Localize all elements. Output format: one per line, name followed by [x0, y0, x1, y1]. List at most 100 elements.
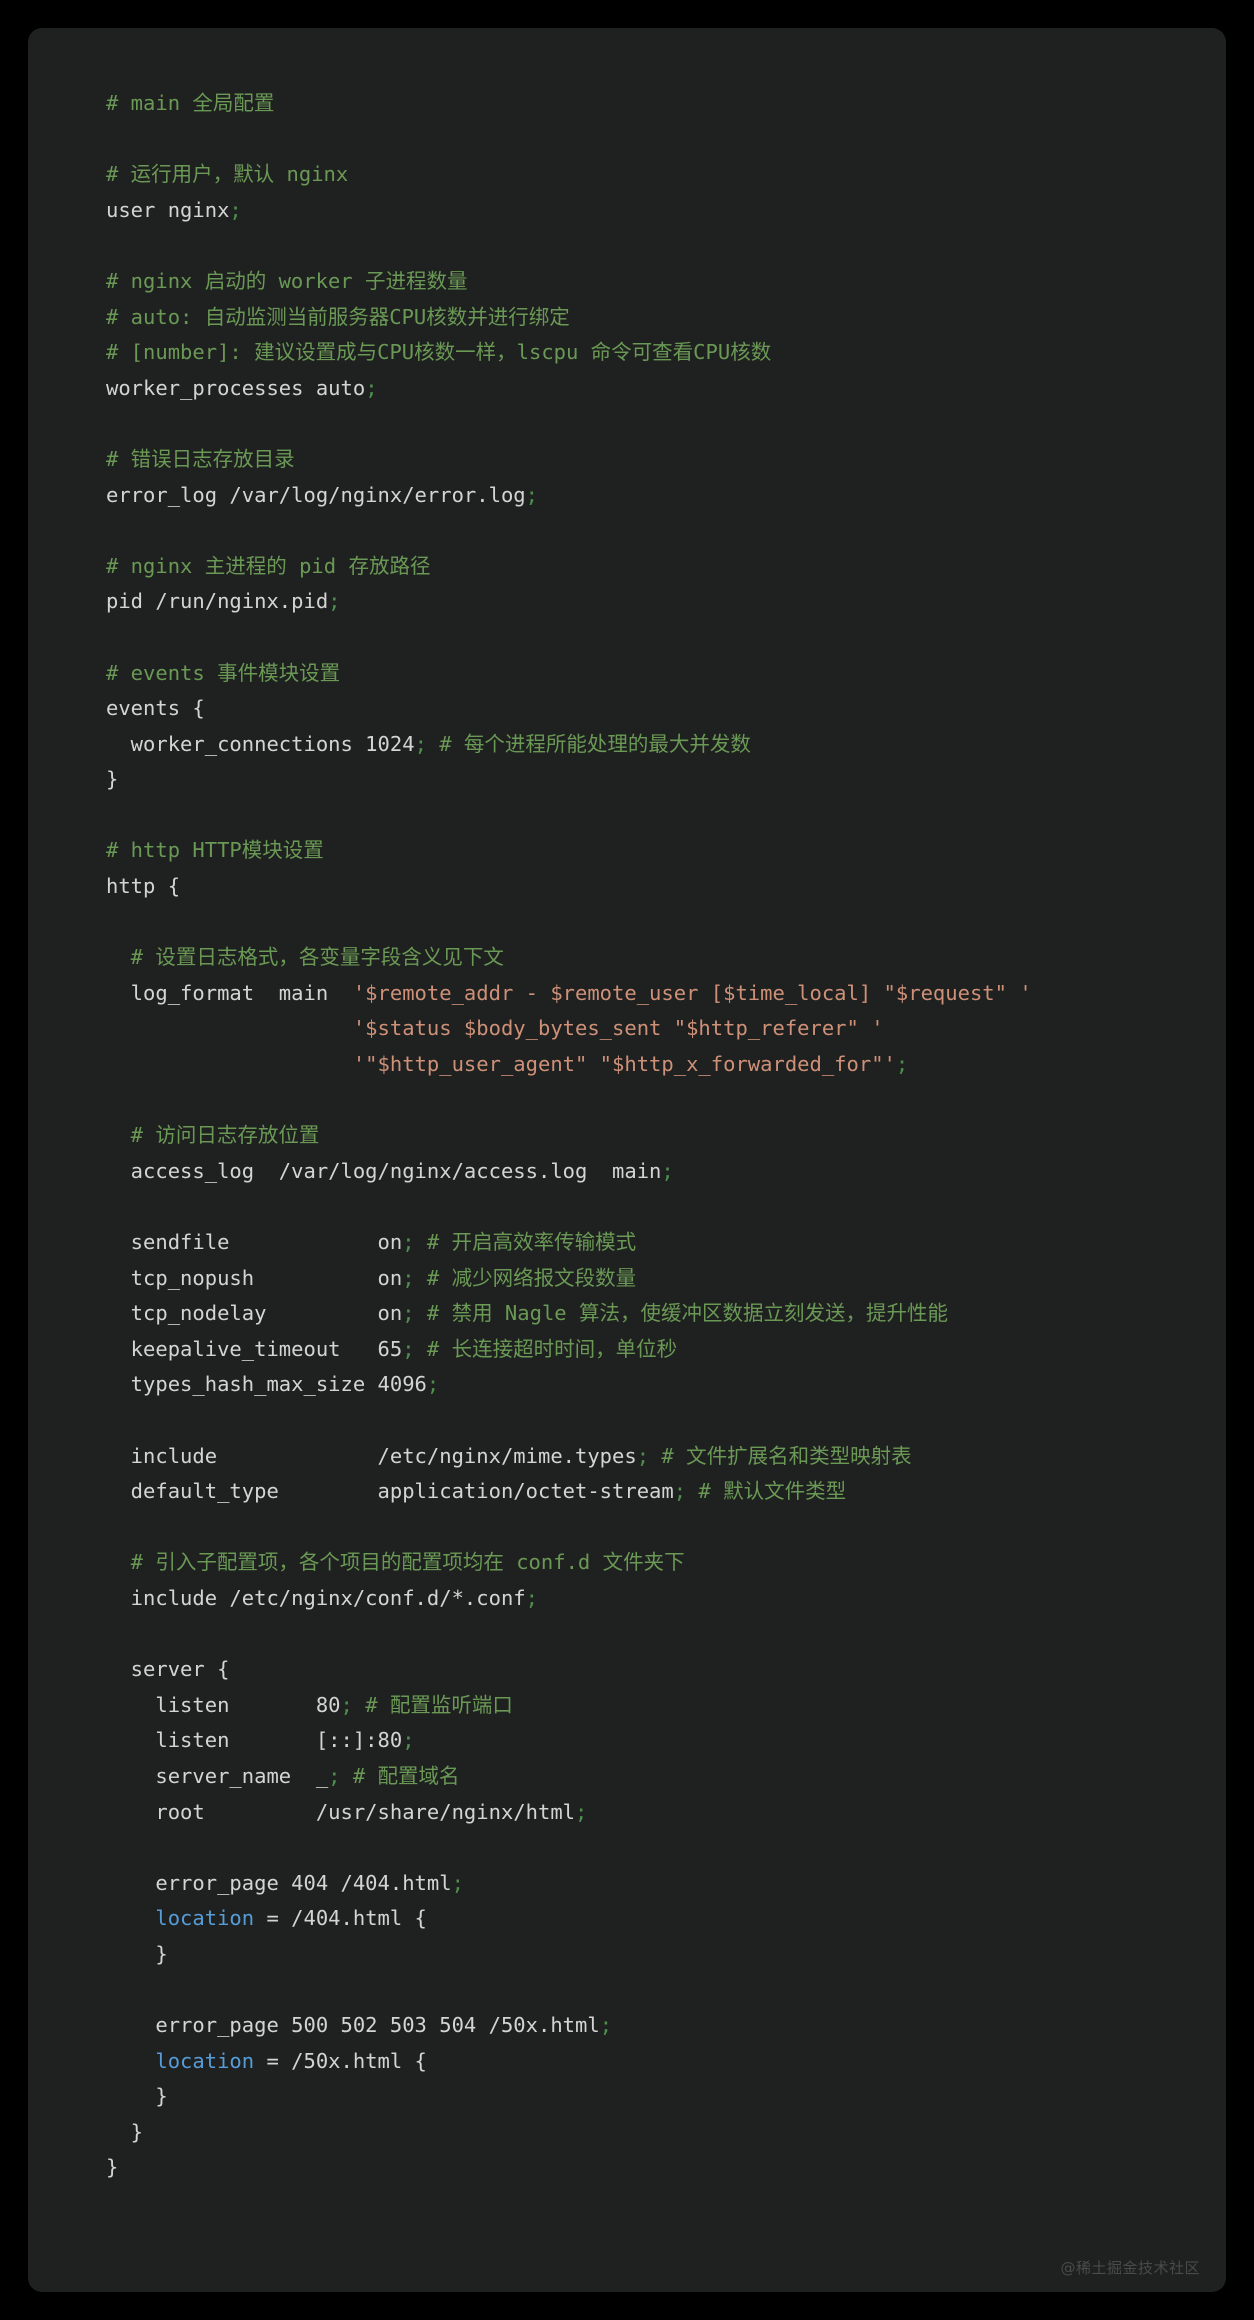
code-line: error_log /var/log/nginx/error.log;: [106, 483, 538, 507]
code-token: # 配置域名: [352, 1763, 460, 1788]
code-token: location: [106, 1906, 255, 1931]
code-token: # 错误日志存放目录: [106, 446, 295, 471]
code-token: '$status $body_bytes_sent "$http_referer…: [352, 1016, 884, 1041]
code-token: ;: [414, 731, 427, 756]
code-line: # auto: 自动监测当前服务器CPU核数并进行绑定: [106, 305, 570, 329]
code-line: # nginx 启动的 worker 子进程数量: [106, 269, 467, 293]
code-line: # events 事件模块设置: [106, 661, 340, 685]
code-token: default_type application/octet-stream: [106, 1479, 674, 1504]
code-line: # 设置日志格式，各变量字段含义见下文: [106, 945, 504, 969]
code-token: ;: [661, 1158, 674, 1183]
code-token: error_page 404 /404.html: [106, 1870, 452, 1895]
code-token: # 开启高效率传输模式: [426, 1230, 637, 1254]
code-line: # 错误日志存放目录: [106, 447, 295, 471]
code-token: access_log /var/log/nginx/access.log mai…: [106, 1158, 662, 1183]
code-line: keepalive_timeout 65; # 长连接超时时间，单位秒: [106, 1337, 677, 1361]
code-token: }: [106, 767, 119, 792]
code-token: ;: [895, 1052, 909, 1077]
code-token: # nginx 启动的 worker 子进程数量: [106, 268, 468, 293]
code-block-card: # main 全局配置 # 运行用户，默认 nginx user nginx; …: [28, 28, 1226, 2292]
code-token: }: [106, 2155, 119, 2180]
code-token: events {: [106, 696, 205, 721]
code-token: # 设置日志格式，各变量字段含义见下文: [106, 945, 504, 970]
code-token: ;: [229, 197, 242, 222]
code-token: tcp_nodelay on: [106, 1301, 403, 1326]
code-line: log_format main '$remote_addr - $remote_…: [106, 981, 1032, 1005]
code-line: # nginx 主进程的 pid 存放路径: [106, 554, 430, 578]
code-token: server_name _: [106, 1763, 329, 1788]
code-token: # 运行用户，默认 nginx: [106, 162, 349, 187]
code-token: keepalive_timeout 65: [106, 1336, 403, 1361]
code-line: }: [106, 2155, 118, 2179]
code-token: log_format main: [106, 980, 353, 1005]
code-token: # nginx 主进程的 pid 存放路径: [106, 553, 431, 578]
code-token: # auto: 自动监测当前服务器CPU核数并进行绑定: [106, 304, 570, 329]
code-line: tcp_nopush on; # 减少网络报文段数量: [106, 1266, 636, 1290]
code-token: ;: [636, 1443, 650, 1468]
code-token: '$remote_addr - $remote_user [$time_loca…: [352, 980, 1032, 1005]
code-line: # 引入子配置项，各个项目的配置项均在 conf.d 文件夹下: [106, 1550, 685, 1574]
code-token: ;: [525, 482, 538, 507]
code-token: ;: [340, 1692, 353, 1717]
code-token: ;: [402, 1265, 415, 1290]
nginx-config-code[interactable]: # main 全局配置 # 运行用户，默认 nginx user nginx; …: [28, 86, 1226, 2186]
code-token: ;: [525, 1585, 538, 1610]
code-token: listen [::]:80: [106, 1728, 403, 1753]
code-token: ;: [402, 1301, 415, 1326]
code-token: # 长连接超时时间，单位秒: [426, 1336, 678, 1361]
code-token: # 默认文件类型: [698, 1479, 847, 1504]
code-token: # 配置监听端口: [365, 1692, 513, 1717]
code-token: }: [106, 2084, 168, 2109]
code-token: server {: [106, 1657, 230, 1682]
code-token: # 禁用 Nagle 算法，使缓冲区数据立刻发送，提升性能: [426, 1301, 948, 1326]
code-line: server {: [106, 1657, 230, 1682]
code-line: user nginx;: [106, 198, 242, 222]
code-line: worker_connections 1024; # 每个进程所能处理的最大并发…: [106, 732, 751, 756]
code-line: sendfile on; # 开启高效率传输模式: [106, 1230, 636, 1254]
code-token: ;: [402, 1230, 415, 1254]
code-line: # 访问日志存放位置: [106, 1123, 320, 1148]
code-token: # 文件扩展名和类型映射表: [661, 1443, 912, 1468]
code-token: ;: [365, 375, 378, 400]
code-token: '"$http_user_agent" "$http_x_forwarded_f…: [352, 1052, 896, 1077]
code-token: ;: [402, 1728, 415, 1753]
code-token: ;: [575, 1799, 588, 1824]
code-token: ;: [451, 1870, 464, 1895]
code-token: }: [106, 2119, 144, 2144]
code-line: # 运行用户，默认 nginx: [106, 162, 348, 186]
code-token: # 引入子配置项，各个项目的配置项均在 conf.d 文件夹下: [106, 1550, 685, 1575]
code-line: '$status $body_bytes_sent "$http_referer…: [106, 1016, 884, 1040]
code-line: access_log /var/log/nginx/access.log mai…: [106, 1159, 674, 1183]
code-line: include /etc/nginx/conf.d/*.conf;: [106, 1586, 538, 1610]
code-line: worker_processes auto;: [106, 376, 378, 400]
code-token: root /usr/share/nginx/html: [106, 1799, 575, 1824]
code-token: worker_processes auto: [106, 375, 366, 400]
code-token: # 每个进程所能处理的最大并发数: [439, 731, 751, 756]
code-token: error_log /var/log/nginx/error.log: [106, 482, 526, 507]
code-token: include /etc/nginx/mime.types: [106, 1443, 637, 1468]
code-line: }: [106, 2120, 143, 2144]
watermark-label: @稀土掘金技术社区: [1060, 2259, 1200, 2277]
code-line: error_page 500 502 503 504 /50x.html;: [106, 2013, 612, 2037]
code-token: # events 事件模块设置: [106, 660, 341, 685]
code-token: ;: [328, 589, 341, 614]
code-token: types_hash_max_size 4096: [106, 1372, 427, 1397]
code-line: listen 80; # 配置监听端口: [106, 1693, 513, 1717]
screenshot-root: # main 全局配置 # 运行用户，默认 nginx user nginx; …: [0, 0, 1254, 2320]
code-line: listen [::]:80;: [106, 1728, 415, 1753]
code-token: ;: [673, 1479, 687, 1504]
code-line: }: [106, 2084, 168, 2109]
code-line: http {: [106, 874, 180, 898]
code-token: # http HTTP模块设置: [106, 838, 324, 863]
code-token: tcp_nopush on: [106, 1265, 403, 1290]
code-token: ;: [402, 1336, 415, 1361]
code-token: sendfile on: [106, 1230, 403, 1254]
code-token: listen 80: [106, 1692, 341, 1717]
code-token: # 访问日志存放位置: [106, 1123, 320, 1148]
code-token: http {: [106, 874, 181, 899]
